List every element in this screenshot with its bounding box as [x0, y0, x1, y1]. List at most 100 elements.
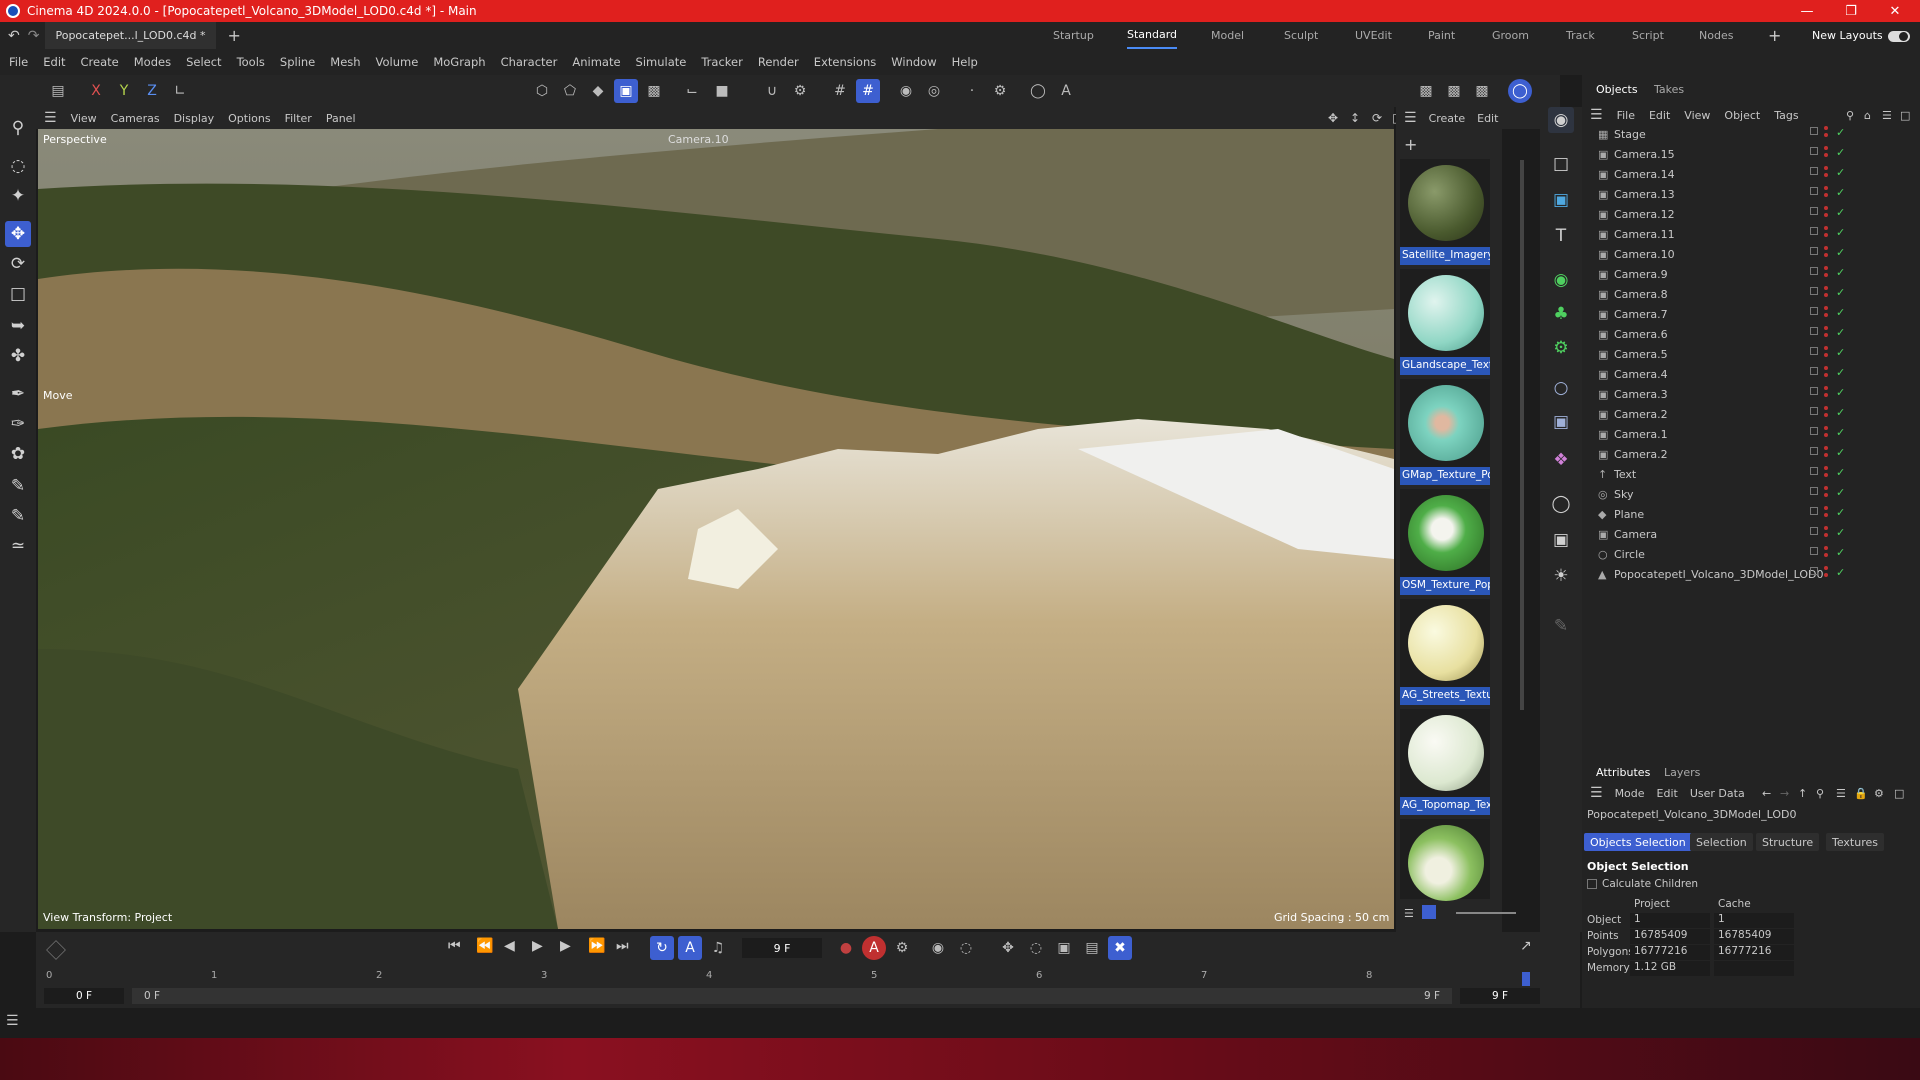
enabled-check-icon[interactable]: ✓: [1836, 326, 1845, 339]
object-flags[interactable]: ✓: [1810, 344, 1920, 364]
visibility-dot[interactable]: [1824, 213, 1828, 217]
uv-mode-icon[interactable]: ■: [710, 79, 734, 103]
object-row[interactable]: ▣ Camera.1 ✓: [1582, 424, 1920, 444]
menu-spline[interactable]: Spline: [280, 55, 315, 69]
tab-objects[interactable]: Objects: [1590, 80, 1644, 98]
selection-tools-icon[interactable]: ✦: [5, 183, 31, 209]
vp-menu-options[interactable]: Options: [228, 112, 270, 125]
object-flags[interactable]: ✓: [1810, 504, 1920, 524]
enabled-check-icon[interactable]: ✓: [1836, 286, 1845, 299]
attr-menu-mode[interactable]: Mode: [1615, 787, 1645, 800]
enabled-check-icon[interactable]: ✓: [1836, 186, 1845, 199]
visibility-dot[interactable]: [1824, 246, 1828, 250]
visibility-dot[interactable]: [1824, 373, 1828, 377]
generator-icon[interactable]: ◉: [1548, 267, 1574, 293]
goto-start-icon[interactable]: ⏮: [448, 938, 461, 954]
layer-icon[interactable]: [1810, 467, 1818, 475]
subtab-structure[interactable]: Structure: [1756, 833, 1820, 851]
layer-icon[interactable]: [1810, 447, 1818, 455]
box-icon[interactable]: ▣: [1548, 187, 1574, 213]
menu-file[interactable]: File: [9, 55, 28, 69]
subtab-objects-selection[interactable]: Objects Selection: [1584, 833, 1692, 851]
layout-paint[interactable]: Paint: [1428, 22, 1455, 49]
visibility-dot[interactable]: [1824, 253, 1828, 257]
layer-icon[interactable]: [1810, 527, 1818, 535]
object-row[interactable]: ▣ Camera.7 ✓: [1582, 304, 1920, 324]
material-item[interactable]: Satellite_Imagery_: [1400, 159, 1490, 265]
object-flags[interactable]: ✓: [1810, 144, 1920, 164]
layer-icon[interactable]: [1810, 347, 1818, 355]
layer-icon[interactable]: [1810, 127, 1818, 135]
thumb-size-slider[interactable]: [1456, 912, 1516, 914]
object-row[interactable]: ▣ Camera.12 ✓: [1582, 204, 1920, 224]
smooth-tool-icon[interactable]: ≃: [5, 533, 31, 559]
layer-icon[interactable]: [1810, 547, 1818, 555]
live-selection-icon[interactable]: ◌: [5, 153, 31, 179]
visibility-dot[interactable]: [1824, 453, 1828, 457]
object-row[interactable]: ▣ Camera.5 ✓: [1582, 344, 1920, 364]
visibility-dot[interactable]: [1824, 553, 1828, 557]
snap-icon[interactable]: #: [828, 79, 852, 103]
visibility-dot[interactable]: [1824, 546, 1828, 550]
spline-sketch-icon[interactable]: ✑: [5, 411, 31, 437]
menu-render[interactable]: Render: [758, 55, 799, 69]
object-hamburger-icon[interactable]: ☰: [1590, 107, 1603, 123]
tab-attributes[interactable]: Attributes: [1590, 763, 1656, 781]
object-row[interactable]: ▣ Camera.4 ✓: [1582, 364, 1920, 384]
object-row[interactable]: ▣ Camera.2 ✓: [1582, 404, 1920, 424]
obj-menu-edit[interactable]: Edit: [1649, 109, 1670, 122]
layer-icon[interactable]: [1810, 427, 1818, 435]
layer-icon[interactable]: [1810, 267, 1818, 275]
tweak-icon[interactable]: ⚙: [788, 79, 812, 103]
visibility-dot[interactable]: [1824, 153, 1828, 157]
next-frame-icon[interactable]: ▶: [560, 938, 571, 954]
minimize-button[interactable]: —: [1784, 0, 1830, 22]
visibility-dot[interactable]: [1824, 566, 1828, 570]
paint-brush-icon[interactable]: ✎: [5, 473, 31, 499]
current-frame-field[interactable]: 9 F: [742, 938, 822, 958]
visibility-dot[interactable]: [1824, 173, 1828, 177]
redshift-icon[interactable]: ◯: [1508, 79, 1532, 103]
object-flags[interactable]: ✓: [1810, 284, 1920, 304]
prev-key-icon[interactable]: ⏪: [476, 938, 493, 954]
material-item[interactable]: AG_Topomap_Text: [1400, 709, 1490, 815]
object-flags[interactable]: ✓: [1810, 444, 1920, 464]
active-camera-label[interactable]: Camera.10: [668, 133, 729, 146]
key-rotation-icon[interactable]: ◌: [954, 936, 978, 960]
knife-tool-icon[interactable]: ✎: [5, 503, 31, 529]
object-flags[interactable]: ✓: [1810, 244, 1920, 264]
material-item[interactable]: GMap_Texture_Po: [1400, 379, 1490, 485]
visibility-dot[interactable]: [1824, 293, 1828, 297]
placement-tool-icon[interactable]: ✤: [5, 343, 31, 369]
pan-icon[interactable]: ✥: [1328, 111, 1338, 125]
interpolation-icon[interactable]: ✖: [1108, 936, 1132, 960]
cloner-icon[interactable]: ♣: [1548, 301, 1574, 327]
visibility-dot[interactable]: [1824, 346, 1828, 350]
key-move-icon[interactable]: ✥: [996, 936, 1020, 960]
material-scrollbar[interactable]: [1520, 160, 1524, 710]
object-row[interactable]: ◆ Plane ✓: [1582, 504, 1920, 524]
undo-icon[interactable]: ↶: [8, 28, 20, 44]
visibility-dot[interactable]: [1824, 526, 1828, 530]
material-hamburger-icon[interactable]: ☰: [1404, 110, 1417, 126]
visibility-dot[interactable]: [1824, 286, 1828, 290]
object-row[interactable]: ▣ Camera.6 ✓: [1582, 324, 1920, 344]
layer-icon[interactable]: [1810, 407, 1818, 415]
object-flags[interactable]: ✓: [1810, 164, 1920, 184]
layout-startup[interactable]: Startup: [1053, 22, 1094, 49]
object-flags[interactable]: ✓: [1810, 364, 1920, 384]
menu-mograph[interactable]: MoGraph: [433, 55, 485, 69]
vp-menu-view[interactable]: View: [71, 112, 97, 125]
menu-volume[interactable]: Volume: [376, 55, 419, 69]
field-icon[interactable]: ▣: [1548, 409, 1574, 435]
points-mode-icon[interactable]: ⬡: [530, 79, 554, 103]
visibility-dot[interactable]: [1824, 366, 1828, 370]
3d-viewport[interactable]: Perspective Camera.10 Move View Transfor…: [38, 129, 1394, 929]
transfer-tool-icon[interactable]: ➥: [5, 313, 31, 339]
new-window-icon[interactable]: □: [1894, 787, 1904, 800]
graph-editor-icon[interactable]: ↗: [1520, 938, 1532, 954]
visibility-dot[interactable]: [1824, 266, 1828, 270]
menu-window[interactable]: Window: [891, 55, 936, 69]
key-pla-icon[interactable]: ▤: [1080, 936, 1104, 960]
layer-icon[interactable]: [1810, 167, 1818, 175]
